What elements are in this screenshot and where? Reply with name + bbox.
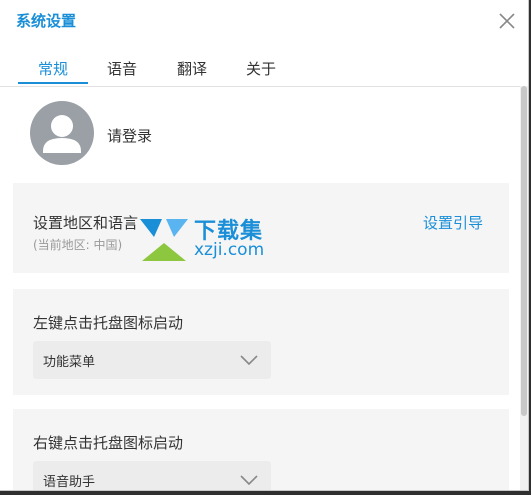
active-tab-indicator	[18, 82, 88, 84]
watermark-logo-icon	[140, 219, 188, 261]
watermark: 下载集 xzji.com	[136, 213, 278, 265]
left-click-title: 左键点击托盘图标启动	[33, 314, 184, 332]
right-click-select[interactable]: 语音助手	[33, 461, 271, 490]
right-click-title: 右键点击托盘图标启动	[33, 434, 184, 452]
close-icon	[499, 13, 515, 29]
left-click-select[interactable]: 功能菜单	[33, 341, 271, 379]
current-region: (当前地区: 中国)	[33, 238, 123, 252]
avatar[interactable]	[30, 101, 94, 165]
left-click-card: 左键点击托盘图标启动 功能菜单	[13, 289, 509, 395]
region-title: 设置地区和语言	[33, 214, 139, 232]
right-click-select-value: 语音助手	[43, 475, 96, 490]
scrollbar-thumb[interactable]	[521, 86, 527, 416]
tab-about[interactable]: 关于	[246, 58, 276, 79]
right-click-card: 右键点击托盘图标启动 语音助手	[13, 409, 509, 490]
tab-general[interactable]: 常规	[38, 58, 68, 79]
login-link[interactable]: 请登录	[107, 125, 152, 146]
user-avatar-icon	[43, 115, 81, 153]
tab-translate[interactable]: 翻译	[177, 58, 207, 79]
chevron-down-icon	[240, 355, 258, 366]
setup-guide-link[interactable]: 设置引导	[423, 212, 483, 233]
settings-window: 系统设置 常规 语音 翻译 关于 请登录 设置地区和语言 (当前地区: 中国) …	[0, 0, 529, 491]
left-click-select-value: 功能菜单	[43, 355, 96, 370]
watermark-domain: xzji.com	[194, 240, 265, 260]
window-title: 系统设置	[16, 12, 77, 30]
tab-voice[interactable]: 语音	[107, 58, 137, 79]
chevron-down-icon	[240, 475, 258, 486]
close-button[interactable]	[496, 10, 518, 32]
